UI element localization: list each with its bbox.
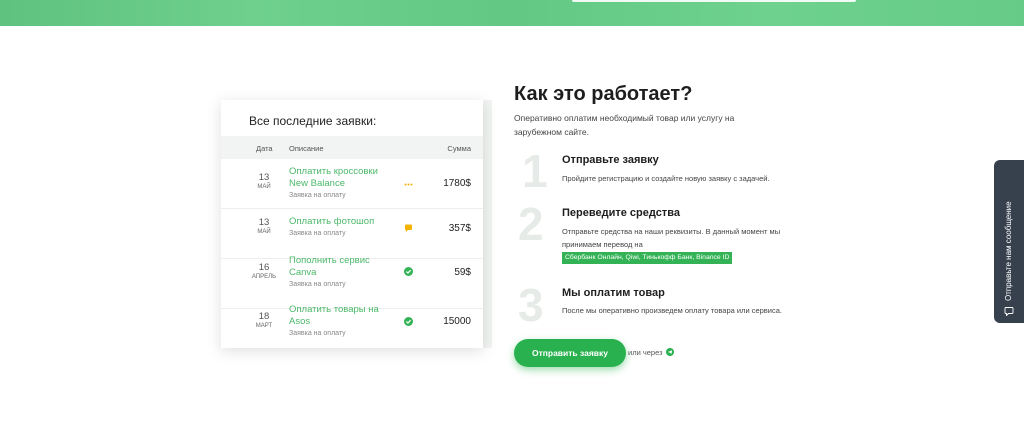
row-amount: 59$ — [454, 267, 471, 278]
row-month: май — [257, 184, 271, 190]
chat-widget-label: Отправьте нам сообщение — [1004, 201, 1013, 301]
step-text: После мы оперативно произведем оплату то… — [562, 306, 782, 315]
header-amount: Сумма — [447, 144, 471, 153]
header-date: Дата — [256, 144, 273, 153]
check-circle-icon — [404, 267, 413, 276]
comment-icon — [405, 224, 412, 232]
row-order-name[interactable]: Оплатить фотошоп — [289, 216, 394, 228]
top-banner — [0, 0, 1024, 26]
step-title: Переведите средства — [562, 207, 680, 219]
row-day: 18 — [258, 311, 270, 322]
card-title: Все последние заявки: — [249, 114, 377, 128]
row-status-text: Заявка на оплату — [289, 230, 346, 237]
row-order-name[interactable]: Оплатить кроссовки New Balance — [289, 166, 394, 190]
row-month: апрель — [251, 274, 277, 280]
row-order-name[interactable]: Оплатить товары на Asos — [289, 304, 394, 328]
row-status-text: Заявка на оплату — [289, 330, 346, 337]
payment-methods-badge: Сбербанк Онлайн, Qiwi, Тинькофф Банк, Bi… — [562, 252, 733, 264]
row-amount: 357$ — [448, 223, 471, 234]
banner-input-edge — [572, 0, 856, 2]
step-title: Отправьте заявку — [562, 154, 659, 166]
row-amount: 15000 — [443, 316, 471, 327]
step-title: Мы оплатим товар — [562, 287, 665, 299]
row-status-text: Заявка на оплату — [289, 192, 346, 199]
row-day: 13 — [258, 172, 270, 183]
row-status-text: Заявка на оплату — [289, 281, 346, 288]
row-day: 13 — [258, 217, 270, 228]
header-description: Описание — [289, 144, 324, 153]
or-via-text: или через — [628, 348, 663, 357]
step-number: 1 — [522, 145, 548, 197]
table-row: 16 апрель Пополнить сервис Canva Заявка … — [221, 255, 483, 309]
row-month: март — [255, 323, 273, 329]
step-number: 2 — [518, 198, 544, 250]
row-month: май — [257, 229, 271, 235]
row-amount: 1780$ — [443, 178, 471, 189]
card-shadow-right — [483, 100, 492, 348]
section-title: Как это работает? — [514, 83, 693, 105]
send-request-button[interactable]: Отправить заявку — [514, 339, 626, 367]
send-message-widget[interactable]: Отправьте нам сообщение — [994, 160, 1024, 323]
chat-bubble-icon — [1004, 307, 1014, 316]
table-header: Дата Описание Сумма — [221, 136, 483, 159]
page: Все последние заявки: Дата Описание Сумм… — [0, 0, 1024, 422]
step-text: Пройдите регистрацию и создайте новую за… — [562, 174, 770, 183]
telegram-icon[interactable] — [666, 348, 674, 356]
section-subtitle: Оперативно оплатим необходимый товар или… — [514, 113, 735, 137]
recent-orders-card: Все последние заявки: Дата Описание Сумм… — [221, 100, 483, 348]
table-row: 18 март Оплатить товары на Asos Заявка н… — [221, 304, 483, 357]
table-row: 13 май Оплатить кроссовки New Balance За… — [221, 159, 483, 209]
step-text: Отправьте средства на наши реквизиты. В … — [562, 227, 781, 249]
check-circle-icon — [404, 317, 413, 326]
row-day: 16 — [258, 262, 270, 273]
step-number: 3 — [518, 279, 544, 331]
pending-dots-icon — [404, 183, 413, 186]
row-order-name[interactable]: Пополнить сервис Canva — [289, 255, 394, 279]
table-row: 13 май Оплатить фотошоп Заявка на оплату… — [221, 209, 483, 259]
